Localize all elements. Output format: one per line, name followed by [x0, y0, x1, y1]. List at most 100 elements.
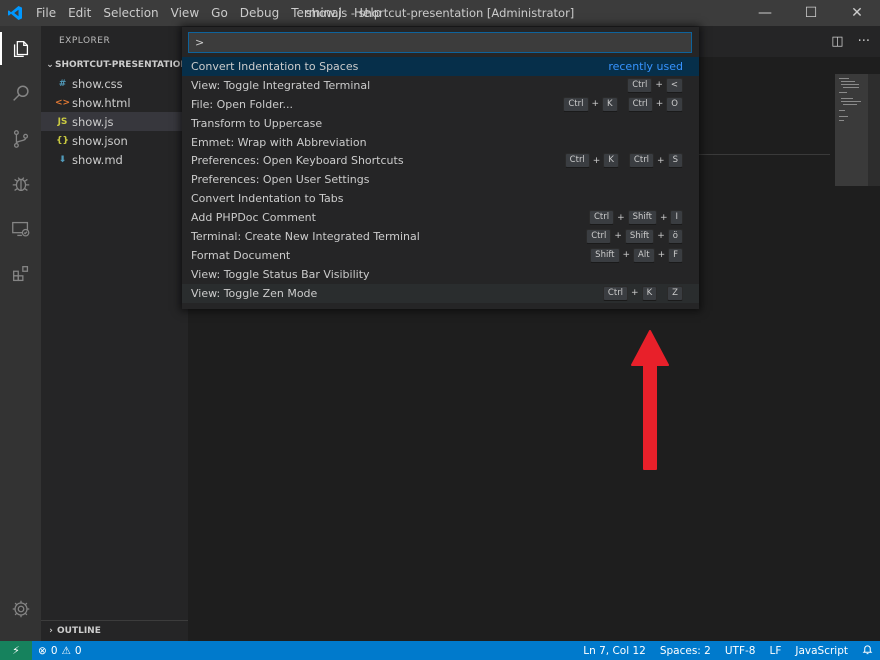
- bell-icon[interactable]: [855, 644, 880, 658]
- command-palette: Convert Indentation to Spaces recently us…: [182, 27, 699, 309]
- split-editor-icon[interactable]: ◫: [831, 34, 843, 49]
- key-cap: Ctrl: [588, 210, 615, 226]
- menu-debug[interactable]: Debug: [234, 0, 285, 26]
- plus-separator: +: [591, 99, 600, 110]
- chevron-down-icon: ⌄: [46, 60, 54, 70]
- status-bar: ⚡ ⊗ 0 ⚠ 0 Ln 7, Col 12 Spaces: 2 UTF-8 L…: [0, 641, 880, 660]
- command-label: Add PHPDoc Comment: [191, 211, 316, 225]
- end-of-line[interactable]: LF: [762, 645, 788, 657]
- keybinding-chord: Ctrl + Shift + ö: [586, 228, 683, 244]
- menu-help[interactable]: Help: [348, 0, 387, 26]
- menu-edit[interactable]: Edit: [62, 0, 97, 26]
- menu-go[interactable]: Go: [205, 0, 234, 26]
- menu-bar: File Edit Selection View Go Debug Terminal Help: [30, 0, 387, 26]
- maximize-button[interactable]: ☐: [788, 0, 834, 26]
- command-label: Convert Indentation to Tabs: [191, 192, 344, 206]
- key-cap: <: [665, 77, 683, 93]
- activity-bar: [0, 26, 41, 641]
- command-label: Transform to Uppercase: [191, 116, 323, 130]
- remote-indicator[interactable]: ⚡: [0, 641, 32, 660]
- command-item[interactable]: Convert Indentation to Spaces recently us…: [182, 57, 699, 76]
- key-cap: S: [667, 153, 683, 169]
- keybinding-chord: Ctrl + S: [628, 153, 683, 169]
- sidebar-title: EXPLORER: [59, 36, 111, 46]
- debug-icon[interactable]: [0, 161, 41, 206]
- command-item[interactable]: Preferences: Open User Settings: [182, 170, 699, 189]
- menu-terminal[interactable]: Terminal: [285, 0, 348, 26]
- close-button[interactable]: ✕: [834, 0, 880, 26]
- file-item[interactable]: ⬇ show.md: [41, 150, 188, 169]
- plus-separator: +: [655, 99, 664, 110]
- file-name: show.json: [72, 133, 128, 148]
- indentation[interactable]: Spaces: 2: [653, 645, 718, 657]
- command-item[interactable]: File: Open Folder... Ctrl + K Ctrl + O: [182, 95, 699, 114]
- cursor-position[interactable]: Ln 7, Col 12: [576, 645, 653, 657]
- file-item[interactable]: <> show.html: [41, 93, 188, 112]
- command-item[interactable]: Convert Indentation to Tabs: [182, 189, 699, 208]
- file-item[interactable]: # show.css: [41, 74, 188, 93]
- menu-view[interactable]: View: [165, 0, 205, 26]
- file-item[interactable]: JS show.js: [41, 112, 188, 131]
- editor-scrollbar[interactable]: [868, 74, 880, 186]
- file-name: show.css: [72, 76, 123, 91]
- menu-file[interactable]: File: [30, 0, 62, 26]
- command-item[interactable]: View: Toggle Integrated Terminal Ctrl + <: [182, 76, 699, 95]
- warning-count: 0: [74, 644, 82, 657]
- key-cap: O: [666, 96, 683, 112]
- error-icon: ⊗: [38, 644, 47, 657]
- command-item[interactable]: View: Toggle Status Bar Visibility: [182, 265, 699, 284]
- outline-section[interactable]: › OUTLINE: [41, 620, 188, 641]
- command-item[interactable]: Add PHPDoc Comment Ctrl + Shift + I: [182, 208, 699, 227]
- explorer-sidebar: EXPLORER ⌄ SHORTCUT-PRESENTATION # show.c…: [41, 26, 188, 641]
- file-type-icon: <>: [55, 97, 71, 108]
- editor-divider: [698, 154, 830, 155]
- key-cap: ö: [667, 228, 683, 244]
- source-control-icon[interactable]: [0, 116, 41, 161]
- key-cap: F: [668, 247, 683, 263]
- command-item[interactable]: Terminal: Create New Integrated Terminal…: [182, 227, 699, 246]
- keybinding-chord: Ctrl + K: [564, 153, 619, 169]
- command-item[interactable]: Transform to Uppercase: [182, 114, 699, 133]
- folder-header[interactable]: ⌄ SHORTCUT-PRESENTATION: [41, 56, 188, 74]
- file-item[interactable]: {} show.json: [41, 131, 188, 150]
- command-label: Preferences: Open Keyboard Shortcuts: [191, 154, 404, 168]
- warning-icon: ⚠: [61, 644, 71, 657]
- command-item[interactable]: Emmet: Wrap with Abbreviation: [182, 133, 699, 152]
- recently-used-badge: recently used: [608, 59, 683, 73]
- plus-separator: +: [655, 80, 663, 91]
- file-name: show.js: [72, 114, 114, 129]
- key-cap: K: [602, 96, 618, 112]
- command-label: View: Toggle Zen Mode: [191, 286, 318, 300]
- command-item[interactable]: View: Toggle Zen Mode Ctrl + K Z: [182, 283, 699, 303]
- command-item[interactable]: Format Document Shift + Alt + F: [182, 246, 699, 265]
- key-cap: Ctrl: [627, 77, 653, 93]
- more-actions-icon[interactable]: ···: [858, 34, 870, 49]
- plus-separator: +: [592, 155, 601, 166]
- minimize-button[interactable]: —: [742, 0, 788, 26]
- extensions-icon[interactable]: [0, 251, 41, 296]
- vscode-logo-icon: [0, 0, 30, 26]
- menu-selection[interactable]: Selection: [97, 0, 164, 26]
- minimap[interactable]: [835, 74, 868, 186]
- problems-indicator[interactable]: ⊗ 0 ⚠ 0: [32, 645, 82, 657]
- outline-title: OUTLINE: [57, 626, 101, 636]
- explorer-icon[interactable]: [0, 26, 41, 71]
- encoding[interactable]: UTF-8: [718, 645, 763, 657]
- key-cap: K: [641, 285, 658, 301]
- remote-icon: ⚡: [12, 644, 20, 657]
- language-mode[interactable]: JavaScript: [788, 645, 855, 657]
- remote-explorer-icon[interactable]: [0, 206, 41, 251]
- command-list: Convert Indentation to Spaces recently us…: [182, 57, 699, 303]
- plus-separator: +: [617, 212, 625, 223]
- command-palette-input[interactable]: [188, 32, 692, 53]
- key-cap: Ctrl: [586, 228, 612, 244]
- key-cap: Ctrl: [563, 96, 589, 112]
- gear-icon[interactable]: [0, 586, 41, 631]
- plus-separator: +: [657, 231, 665, 242]
- search-icon[interactable]: [0, 71, 41, 116]
- command-item[interactable]: Preferences: Open Keyboard Shortcuts Ctrl…: [182, 151, 699, 170]
- key-cap: K: [603, 153, 619, 169]
- file-type-icon: #: [58, 78, 67, 89]
- red-arrow-annotation: [631, 330, 669, 470]
- file-type-icon: JS: [57, 116, 68, 127]
